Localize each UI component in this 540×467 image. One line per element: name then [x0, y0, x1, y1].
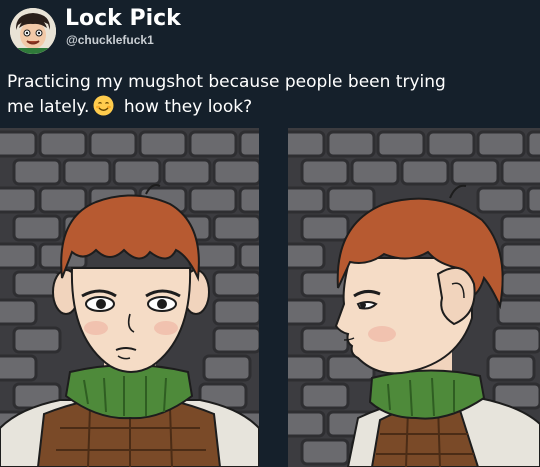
tweet-media [0, 128, 540, 467]
mugshot-side-view-image[interactable] [288, 128, 540, 467]
smiling-face-emoji-icon [93, 95, 114, 116]
author-handle[interactable]: @chucklefuck1 [66, 33, 154, 47]
avatar-face-icon [10, 8, 56, 54]
tweet-text-after-emoji: how they look? [123, 97, 253, 117]
mugshot-front-view-image[interactable] [0, 128, 259, 467]
avatar[interactable] [10, 8, 56, 54]
tweet-text: Practicing my mugshot because people bee… [7, 70, 527, 120]
tweet-text-line-1: Practicing my mugshot because people bee… [7, 72, 446, 92]
tweet-text-line-2: me lately. how they look? [7, 95, 527, 120]
author-display-name[interactable]: Lock Pick [65, 6, 181, 32]
tweet-text-before-emoji: me lately. [7, 97, 90, 117]
